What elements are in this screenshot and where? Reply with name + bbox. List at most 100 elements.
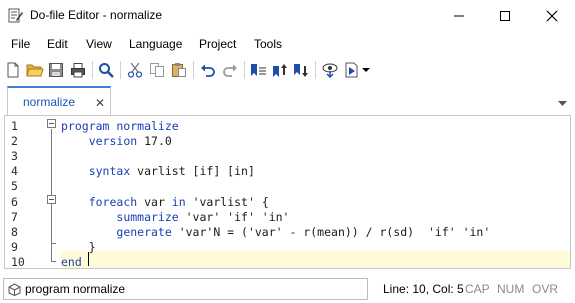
line-number: 9 <box>11 239 18 254</box>
fold-toggle-foreach[interactable] <box>47 195 56 204</box>
caps-lock-indicator: CAP <box>465 282 490 296</box>
menu-view[interactable]: View <box>86 37 112 51</box>
line-number: 7 <box>11 209 18 224</box>
code-text: 'var' 'if' 'in' <box>178 209 290 224</box>
overwrite-indicator: OVR <box>532 282 559 296</box>
code-text: varlist [if] [in] <box>130 164 255 179</box>
menu-file[interactable]: File <box>11 37 30 51</box>
toolbar <box>0 57 575 83</box>
previous-bookmark-button[interactable] <box>270 60 290 80</box>
menu-project[interactable]: Project <box>199 37 236 51</box>
toggle-bookmark-icon <box>251 64 266 76</box>
line-number: 1 <box>11 119 18 133</box>
close-window-button[interactable] <box>529 0 575 31</box>
code-text: } <box>61 239 96 254</box>
cut-icon <box>127 62 143 78</box>
text-caret <box>88 252 89 266</box>
toolbar-separator <box>92 61 93 79</box>
copy-button[interactable] <box>147 60 167 80</box>
code-line: } <box>61 240 96 254</box>
code-keyword: generate <box>116 224 172 239</box>
line-number: 4 <box>11 164 18 179</box>
status-bar: program normalize Line: 10, Col: 5 CAP N… <box>0 276 575 303</box>
new-file-button[interactable] <box>3 60 23 80</box>
execute-dropdown-button[interactable] <box>360 60 372 80</box>
open-button[interactable] <box>25 60 45 80</box>
undo-icon <box>201 64 215 77</box>
save-button[interactable] <box>46 60 66 80</box>
execute-button[interactable] <box>342 60 362 80</box>
cursor-position: Line: 10, Col: 5 <box>383 282 464 296</box>
line-number: 5 <box>11 179 18 194</box>
code-line: generate 'var'N = ('var' - r(mean)) / r(… <box>61 225 490 239</box>
maximize-icon <box>500 10 510 21</box>
menu-tools[interactable]: Tools <box>254 37 282 51</box>
redo-icon <box>223 64 237 77</box>
line-number-gutter: 1 2 3 4 5 6 7 8 9 10 <box>5 116 45 268</box>
toolbar-separator <box>315 61 316 79</box>
code-line: summarize 'var' 'if' 'in' <box>61 210 289 224</box>
previous-bookmark-icon <box>273 64 287 77</box>
line-number: 3 <box>11 149 18 164</box>
copy-icon <box>150 63 164 77</box>
menu-language[interactable]: Language <box>129 37 182 51</box>
find-icon <box>99 63 114 78</box>
tab-normalize[interactable]: normalize ✕ <box>7 86 111 116</box>
undo-button[interactable] <box>198 60 218 80</box>
cut-button[interactable] <box>125 60 145 80</box>
toolbar-separator <box>120 61 121 79</box>
current-line-highlight <box>61 251 570 268</box>
code-line: end <box>61 255 82 268</box>
maximize-button[interactable] <box>482 0 528 31</box>
minimize-button[interactable] <box>436 0 482 31</box>
tab-label: normalize <box>23 95 76 109</box>
print-button[interactable] <box>68 60 88 80</box>
program-navigator-combo[interactable]: program normalize <box>3 278 368 300</box>
execute-icon <box>345 62 358 78</box>
code-keyword: program normalize <box>61 119 179 133</box>
show-file-in-viewer-button[interactable] <box>320 60 340 80</box>
do-file-editor-app-icon <box>8 8 23 23</box>
code-text: 'var'N = ('var' - r(mean)) / r(sd) 'if' … <box>171 224 491 239</box>
paste-button[interactable] <box>169 60 189 80</box>
fold-margin <box>45 116 59 268</box>
line-number: 6 <box>11 194 18 209</box>
code-text: var <box>137 194 172 209</box>
title-bar: Do-file Editor - normalize <box>0 0 575 31</box>
tab-list-dropdown[interactable] <box>558 96 567 110</box>
new-file-icon <box>7 62 19 78</box>
fold-end-marker <box>51 243 56 244</box>
toggle-bookmark-button[interactable] <box>248 60 268 80</box>
redo-button[interactable] <box>220 60 240 80</box>
line-number: 8 <box>11 224 18 239</box>
code-keyword: syntax <box>88 164 131 179</box>
close-icon <box>546 10 558 21</box>
window-title: Do-file Editor - normalize <box>30 8 163 22</box>
tab-strip: normalize ✕ <box>0 86 575 116</box>
next-bookmark-icon <box>294 64 308 77</box>
code-text: 17.0 <box>137 134 172 149</box>
menu-edit[interactable]: Edit <box>47 37 68 51</box>
save-icon <box>49 63 63 77</box>
code-keyword: foreach <box>88 194 138 209</box>
toolbar-separator <box>244 61 245 79</box>
code-keyword: summarize <box>116 209 179 224</box>
fold-toggle-program[interactable] <box>47 119 56 128</box>
toolbar-separator <box>193 61 194 79</box>
next-bookmark-button[interactable] <box>291 60 311 80</box>
line-number: 2 <box>11 134 18 149</box>
code-line: syntax varlist [if] [in] <box>61 164 255 178</box>
chevron-down-icon <box>558 101 567 106</box>
open-folder-icon <box>26 64 44 77</box>
code-editor[interactable]: 1 2 3 4 5 6 7 8 9 10 program normalize version 17… <box>4 115 571 269</box>
code-line: foreach var in 'varlist' { <box>61 195 269 209</box>
find-button[interactable] <box>96 60 116 80</box>
paste-icon <box>172 63 186 77</box>
code-text: 'varlist' { <box>185 194 269 209</box>
program-cube-icon <box>8 283 21 299</box>
code-keyword: in <box>171 194 186 209</box>
tab-close-icon[interactable]: ✕ <box>95 96 105 110</box>
